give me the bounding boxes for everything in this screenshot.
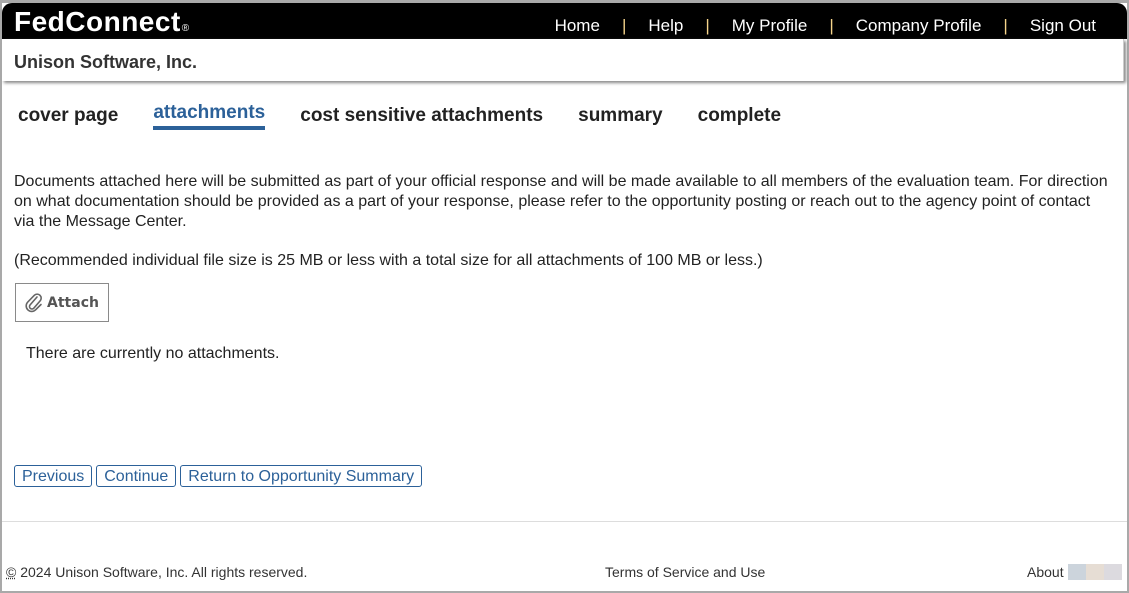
swatch — [1068, 564, 1086, 580]
copyright-text: 2024 Unison Software, Inc. All rights re… — [16, 564, 308, 580]
company-bar: Unison Software, Inc. — [2, 39, 1124, 81]
fedconnect-logo[interactable]: FedConnect® — [14, 6, 190, 38]
nav-help[interactable]: Help — [648, 16, 683, 36]
attachments-description: Documents attached here will be submitte… — [14, 173, 1108, 230]
nav-separator: | — [829, 16, 834, 35]
previous-button[interactable]: Previous — [14, 465, 93, 487]
nav-separator: | — [705, 16, 710, 35]
copyright-symbol: © — [6, 564, 17, 580]
nav-sign-out[interactable]: Sign Out — [1030, 16, 1096, 36]
terms-of-service-link[interactable]: Terms of Service and Use — [605, 564, 765, 580]
return-to-opportunity-summary-button[interactable]: Return to Opportunity Summary — [180, 465, 423, 487]
paperclip-icon — [25, 292, 42, 312]
tab-attachments[interactable]: attachments — [153, 102, 266, 130]
tab-cost-sensitive-attachments[interactable]: cost sensitive attachments — [300, 105, 543, 130]
nav-home[interactable]: Home — [555, 16, 600, 36]
footer-divider — [2, 521, 1127, 522]
action-buttons: Previous Continue Return to Opportunity … — [14, 465, 426, 487]
file-size-note: (Recommended individual file size is 25 … — [14, 252, 763, 269]
top-nav: Home | Help | My Profile | Company Profi… — [555, 16, 1096, 36]
tab-cover-page[interactable]: cover page — [18, 105, 118, 130]
tab-summary[interactable]: summary — [578, 105, 663, 130]
nav-my-profile[interactable]: My Profile — [732, 16, 808, 36]
nav-separator: | — [621, 16, 627, 35]
attach-button-label: Attach — [47, 294, 99, 311]
attach-button[interactable]: Attach — [15, 283, 109, 322]
registered-mark: ® — [181, 23, 190, 34]
empty-attachments-message: There are currently no attachments. — [26, 345, 280, 362]
nav-separator: | — [1003, 16, 1008, 35]
copyright: © 2024 Unison Software, Inc. All rights … — [6, 564, 307, 580]
swatch — [1104, 564, 1122, 580]
swatch — [1086, 564, 1104, 580]
top-bar: FedConnect® Home | Help | My Profile | C… — [2, 3, 1127, 39]
step-tabs: cover page attachments cost sensitive at… — [18, 102, 816, 130]
page-frame: FedConnect® Home | Help | My Profile | C… — [2, 3, 1127, 591]
about-color-swatches — [1068, 564, 1122, 580]
about-link[interactable]: About — [1027, 564, 1064, 580]
nav-company-profile[interactable]: Company Profile — [856, 16, 982, 36]
company-name: Unison Software, Inc. — [14, 52, 198, 72]
logo-text: FedConnect — [14, 6, 181, 37]
continue-button[interactable]: Continue — [96, 465, 177, 487]
tab-complete[interactable]: complete — [698, 105, 781, 130]
